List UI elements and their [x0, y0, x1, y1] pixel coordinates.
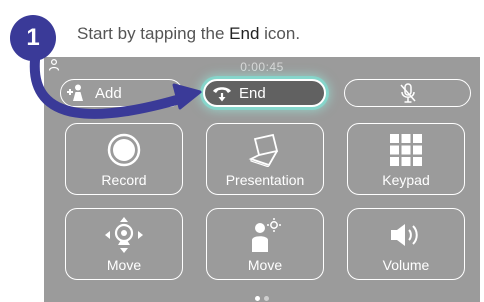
- page-dot-active: [255, 296, 260, 301]
- volume-button[interactable]: Volume: [347, 208, 465, 280]
- mute-button[interactable]: [344, 79, 471, 107]
- speaker-icon: [391, 224, 418, 246]
- tile-label-move-presenter: Move: [247, 257, 283, 273]
- record-button[interactable]: Record: [65, 123, 183, 195]
- add-button-label: Add: [95, 84, 122, 102]
- keypad-button[interactable]: Keypad: [347, 123, 465, 195]
- microphone-muted-icon: [399, 83, 416, 103]
- end-call-button[interactable]: End: [203, 79, 326, 107]
- laptop-icon: [248, 133, 279, 167]
- add-participant-button[interactable]: Add: [60, 79, 183, 107]
- record-icon: [107, 133, 141, 167]
- end-call-icon: [213, 87, 231, 102]
- tutorial-step: 1 Start by tapping the End icon. 0:00:45…: [0, 0, 484, 302]
- call-control-screen: 0:00:45 Add End Record Presentation Keyp…: [44, 57, 480, 302]
- person-camera-icon: [252, 218, 281, 252]
- move-camera-button[interactable]: Move: [65, 208, 183, 280]
- tile-label-record: Record: [101, 172, 147, 188]
- move-presenter-button[interactable]: Move: [206, 208, 324, 280]
- tile-label-presentation: Presentation: [225, 172, 305, 188]
- step-number-badge: 1: [10, 15, 56, 61]
- presentation-button[interactable]: Presentation: [206, 123, 324, 195]
- tile-label-move-camera: Move: [106, 257, 142, 273]
- step-instruction: Start by tapping the End icon.: [77, 24, 300, 44]
- tile-label-keypad: Keypad: [382, 172, 430, 188]
- instruction-text-before: Start by tapping the: [77, 24, 225, 43]
- presence-icon: [48, 58, 60, 71]
- page-indicator: [44, 296, 480, 301]
- end-button-label: End: [239, 84, 266, 102]
- instruction-text-after: icon.: [264, 24, 301, 43]
- tile-label-volume: Volume: [382, 257, 430, 273]
- camera-move-icon: [105, 217, 143, 253]
- instruction-emphasis: End: [229, 24, 260, 43]
- call-timer: 0:00:45: [240, 60, 284, 74]
- keypad-icon: [390, 134, 422, 166]
- add-person-icon: [67, 84, 83, 101]
- page-dot: [264, 296, 269, 301]
